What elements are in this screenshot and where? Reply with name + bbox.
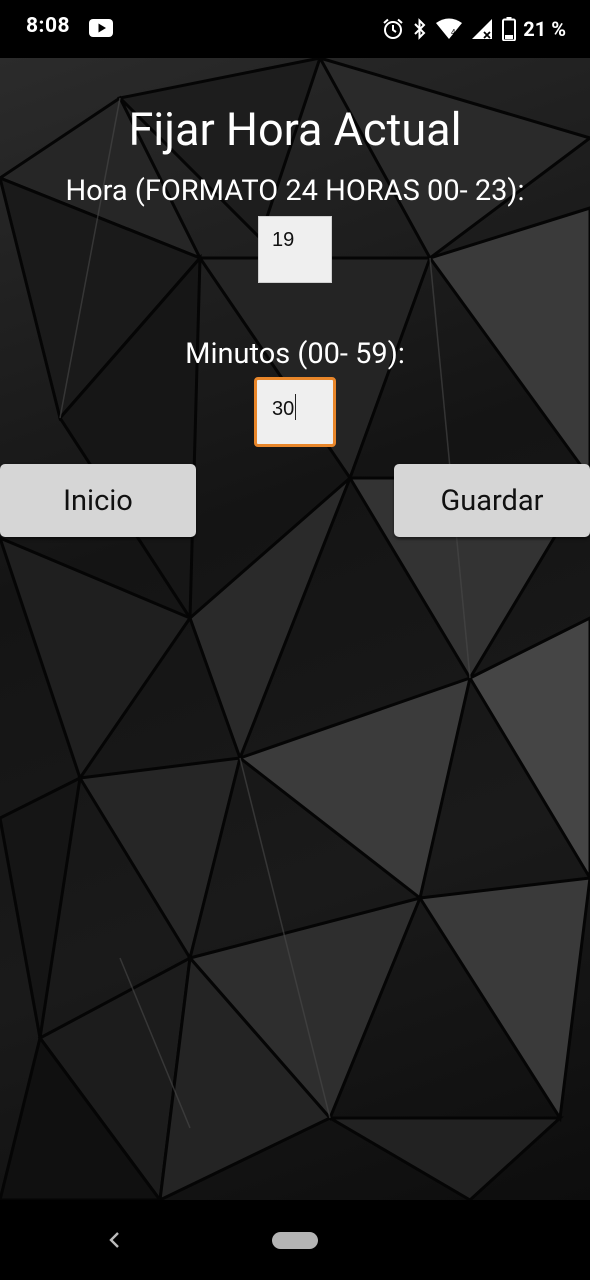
home-button[interactable]: Inicio bbox=[0, 464, 196, 537]
battery-icon bbox=[502, 17, 517, 41]
wifi-icon: 4 bbox=[436, 18, 463, 39]
hour-label: Hora (FORMATO 24 HORAS 00- 23): bbox=[65, 174, 525, 208]
hour-input-value: 19 bbox=[272, 229, 295, 251]
svg-text:4: 4 bbox=[451, 28, 456, 37]
minutes-input[interactable]: 30 bbox=[254, 377, 336, 447]
navigation-bar bbox=[0, 1200, 590, 1280]
app-screen: 8:08 4 21 % Fijar Hora Actual Hora (FORM… bbox=[0, 0, 590, 1280]
home-pill[interactable] bbox=[272, 1232, 318, 1249]
text-cursor bbox=[295, 394, 297, 420]
page-title: Fijar Hora Actual bbox=[128, 103, 462, 156]
battery-percentage: 21 % bbox=[523, 17, 566, 41]
youtube-icon bbox=[89, 19, 113, 37]
bluetooth-icon bbox=[414, 18, 426, 40]
status-time: 8:08 bbox=[26, 14, 71, 38]
save-button[interactable]: Guardar bbox=[394, 464, 590, 537]
status-icons: 4 21 % bbox=[382, 14, 566, 44]
hour-input[interactable]: 19 bbox=[258, 216, 332, 283]
back-icon[interactable] bbox=[104, 1228, 124, 1252]
status-bar: 8:08 4 21 % bbox=[0, 0, 590, 58]
alarm-icon bbox=[383, 18, 403, 39]
signal-icon bbox=[472, 19, 493, 39]
minutes-input-value: 30 bbox=[272, 398, 295, 420]
minutes-label: Minutos (00- 59): bbox=[185, 337, 405, 371]
